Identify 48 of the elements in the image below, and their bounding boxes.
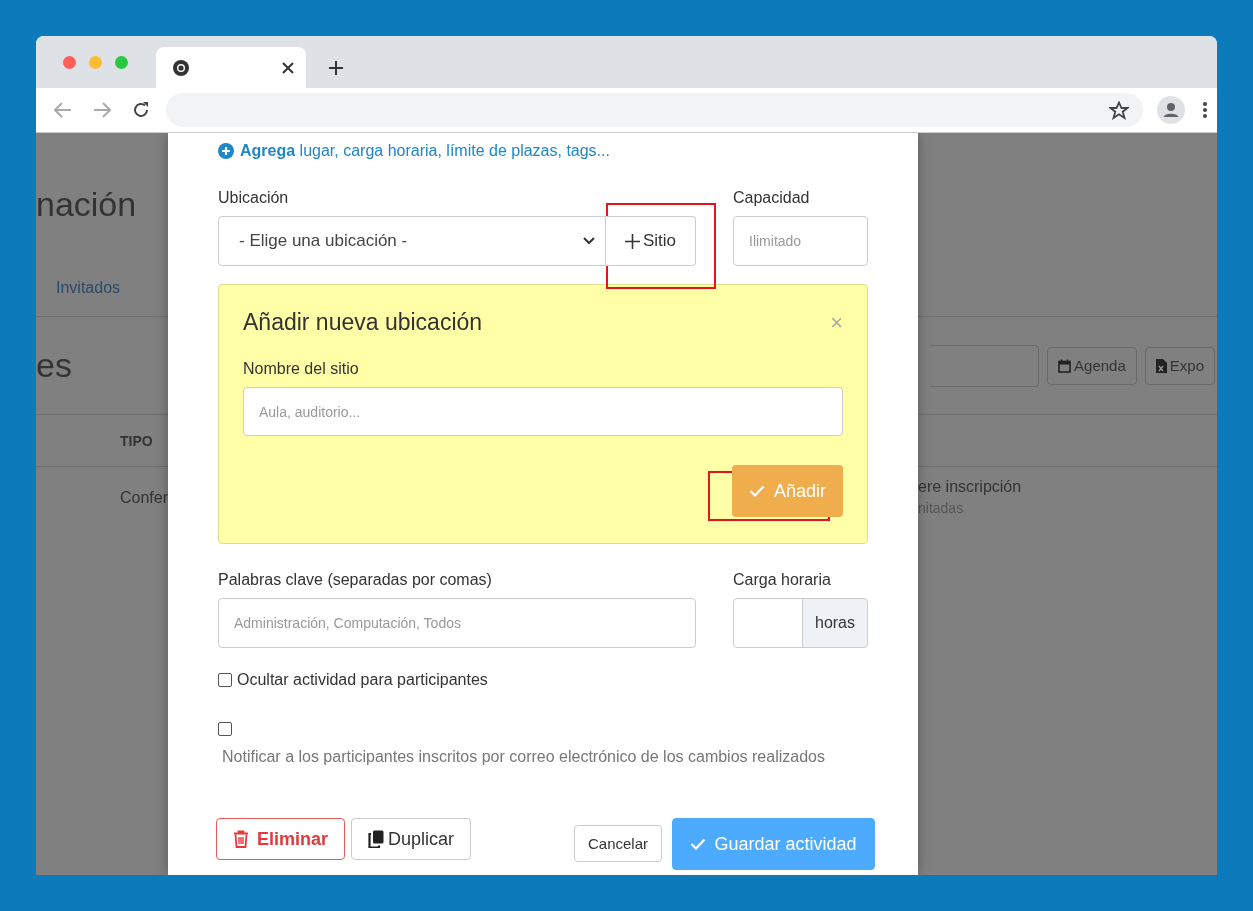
keywords-field[interactable]: Administración, Computación, Todos — [218, 598, 696, 648]
trash-icon — [233, 830, 249, 848]
reload-icon[interactable] — [132, 101, 150, 119]
checkbox-label[interactable]: Ocultar actividad para participantes — [237, 671, 488, 689]
plus-circle-icon — [218, 143, 234, 159]
close-icon[interactable] — [282, 61, 294, 74]
panel-title: Añadir nueva ubicación — [243, 309, 483, 336]
browser-tab[interactable] — [156, 47, 306, 88]
unit-label: horas — [802, 598, 868, 648]
plus-icon — [624, 233, 640, 249]
browser-logo-icon — [172, 58, 190, 77]
field-label: Carga horaria — [733, 571, 832, 589]
duplicate-button[interactable]: Duplicar — [351, 818, 471, 860]
copy-icon — [368, 830, 384, 848]
section-title: es — [36, 346, 72, 385]
location-select[interactable]: - Elige una ubicación - — [218, 216, 606, 266]
site-name-field[interactable]: Aula, auditorio... — [243, 387, 843, 436]
toolbar-button[interactable]: Expo — [1144, 346, 1215, 385]
delete-button[interactable]: Eliminar — [216, 818, 345, 860]
column-header: TIPO — [120, 432, 153, 449]
field-label: Palabras clave (separadas por comas) — [218, 571, 493, 589]
checkbox-label[interactable]: Notificar a los participantes inscritos por correo electrónico de los cambios realizados — [218, 748, 825, 766]
page-heading: nación — [36, 185, 137, 225]
plus-icon[interactable] — [328, 60, 344, 76]
checkmark-icon — [749, 485, 765, 497]
profile-avatar-icon[interactable] — [1157, 96, 1185, 124]
checkbox[interactable] — [218, 673, 232, 687]
nav-tab[interactable]: Invitados — [56, 279, 121, 316]
field-label: Nombre del sitio — [243, 360, 360, 378]
hours-field[interactable] — [733, 598, 803, 648]
table-cell-text: ere inscripción — [918, 478, 1023, 496]
close-button[interactable]: × — [830, 311, 843, 334]
table-cell-text: Confer — [119, 488, 169, 508]
checkmark-icon — [690, 838, 707, 850]
calendar-icon — [1058, 358, 1072, 373]
cancel-button[interactable]: Cancelar — [574, 825, 662, 862]
menu-icon[interactable] — [1203, 102, 1207, 118]
capacity-field[interactable]: Ilimitado — [733, 216, 868, 266]
chevron-down-icon — [583, 237, 595, 245]
field-label: Ubicación — [218, 189, 290, 207]
add-site-button[interactable]: Sitio — [606, 216, 696, 266]
add-details-link[interactable]: Agrega lugar, carga horaria, límite de plazas, tags... — [218, 139, 868, 163]
spreadsheet-file-icon — [1155, 358, 1167, 373]
checkbox[interactable] — [218, 722, 232, 736]
toolbar-button[interactable]: Agenda — [1047, 346, 1137, 385]
save-button[interactable]: Guardar actividad — [672, 818, 875, 870]
field-label: Capacidad — [733, 189, 811, 207]
star-icon[interactable] — [1109, 100, 1129, 120]
